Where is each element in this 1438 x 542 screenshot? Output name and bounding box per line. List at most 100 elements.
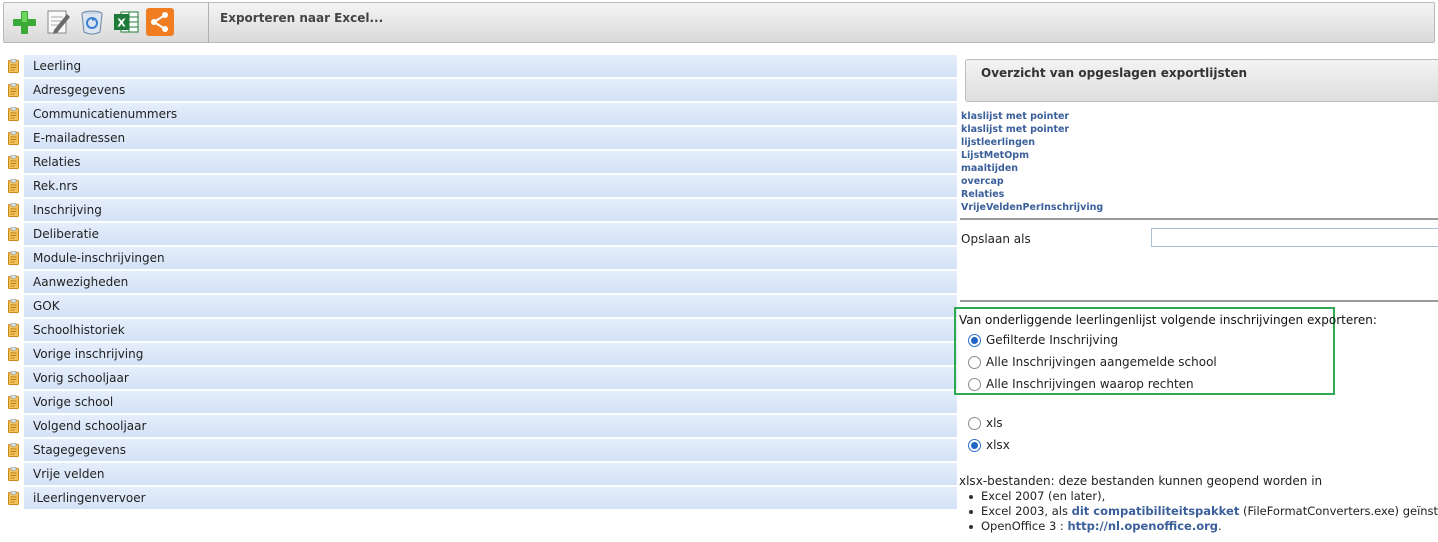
category-label: GOK <box>33 299 60 313</box>
radio-label: Alle Inschrijvingen waarop rechten <box>986 377 1194 391</box>
row-background <box>24 55 957 77</box>
toolbar: X Exporteren naar Excel... <box>3 2 1435 43</box>
list-item[interactable]: Volgend schooljaar <box>4 414 957 438</box>
add-icon <box>13 11 36 34</box>
page-title: Exporteren naar Excel... <box>220 11 384 25</box>
radio-button[interactable] <box>968 355 981 369</box>
enrollment-option-1[interactable]: Alle Inschrijvingen aangemelde school <box>968 355 1217 369</box>
saved-lists-header: Overzicht van opgeslagen exportlijsten <box>965 59 1438 102</box>
row-background <box>24 391 957 413</box>
radio-button[interactable] <box>968 438 981 452</box>
row-background <box>24 319 957 341</box>
document-icon <box>4 78 22 102</box>
radio-button[interactable] <box>968 333 981 347</box>
document-icon <box>4 270 22 294</box>
row-background <box>24 343 957 365</box>
category-label: Relaties <box>33 155 81 169</box>
saved-list-link[interactable]: overcap <box>961 175 1103 188</box>
edit-button[interactable] <box>44 8 72 36</box>
xlsx-info-text: xlsx-bestanden: deze bestanden kunnen ge… <box>959 474 1323 488</box>
list-item[interactable]: Stagegegevens <box>4 438 957 462</box>
saved-list-link[interactable]: lijstleerlingen <box>961 136 1103 149</box>
list-item[interactable]: Communicatienummers <box>4 102 957 126</box>
document-icon <box>4 390 22 414</box>
list-item: OpenOffice 3 : http://nl.openoffice.org. <box>969 519 1438 534</box>
compatibility-list: Excel 2007 (en later), Excel 2003, als d… <box>969 489 1438 534</box>
list-item[interactable]: Rek.nrs <box>4 174 957 198</box>
radio-label: Alle Inschrijvingen aangemelde school <box>986 355 1217 369</box>
list-item[interactable]: GOK <box>4 294 957 318</box>
saved-list-link[interactable]: klaslijst met pointer <box>961 110 1103 123</box>
enrollment-option-2[interactable]: Alle Inschrijvingen waarop rechten <box>968 377 1194 391</box>
saved-list-link[interactable]: VrijeVeldenPerInschrijving <box>961 201 1103 214</box>
divider <box>960 218 1438 220</box>
list-item[interactable]: Relaties <box>4 150 957 174</box>
document-icon <box>4 342 22 366</box>
radio-button[interactable] <box>968 377 981 391</box>
category-label: Module-inschrijvingen <box>33 251 165 265</box>
list-item[interactable]: iLeerlingenvervoer <box>4 486 957 510</box>
enrollment-options-title: Van onderliggende leerlingenlijst volgen… <box>959 313 1377 327</box>
document-icon <box>4 462 22 486</box>
document-icon <box>4 198 22 222</box>
format-option-0[interactable]: xls <box>968 416 1003 430</box>
saved-list-link[interactable]: maaltijden <box>961 162 1103 175</box>
row-background <box>24 367 957 389</box>
list-item[interactable]: Inschrijving <box>4 198 957 222</box>
category-label: Adresgegevens <box>33 83 126 97</box>
category-list: Leerling Adresgegevens Communicatienummers… <box>4 54 957 510</box>
compatibility-pack-link[interactable]: dit compatibiliteitspakket <box>1072 504 1240 518</box>
list-item[interactable]: Aanwezigheden <box>4 270 957 294</box>
document-icon <box>4 486 22 510</box>
list-item: Excel 2003, als dit compatibiliteitspakk… <box>969 504 1438 519</box>
document-icon <box>4 246 22 270</box>
category-label: Vorig schooljaar <box>33 371 129 385</box>
document-icon <box>4 414 22 438</box>
category-label: Schoolhistoriek <box>33 323 125 337</box>
list-item: Excel 2007 (en later), <box>969 489 1438 504</box>
add-button[interactable] <box>10 8 38 36</box>
row-background <box>24 439 957 461</box>
list-item[interactable]: Schoolhistoriek <box>4 318 957 342</box>
openoffice-link[interactable]: http://nl.openoffice.org <box>1067 519 1218 533</box>
category-label: E-mailadressen <box>33 131 126 145</box>
recycle-bin-icon <box>81 10 103 35</box>
document-icon <box>4 102 22 126</box>
divider <box>960 300 1438 302</box>
row-background <box>24 79 957 101</box>
save-as-input[interactable] <box>1151 228 1438 247</box>
category-label: Vorige inschrijving <box>33 347 144 361</box>
list-item[interactable]: E-mailadressen <box>4 126 957 150</box>
list-item[interactable]: Vorig schooljaar <box>4 366 957 390</box>
category-label: Deliberatie <box>33 227 99 241</box>
export-excel-button[interactable]: X <box>112 8 140 36</box>
radio-button[interactable] <box>968 416 981 430</box>
list-item[interactable]: Adresgegevens <box>4 78 957 102</box>
list-item[interactable]: Vorige inschrijving <box>4 342 957 366</box>
list-item[interactable]: Deliberatie <box>4 222 957 246</box>
list-item[interactable]: Vorige school <box>4 390 957 414</box>
category-label: Volgend schooljaar <box>33 419 147 433</box>
saved-list-link[interactable]: klaslijst met pointer <box>961 123 1103 136</box>
category-label: Vorige school <box>33 395 114 409</box>
save-as-label: Opslaan als <box>961 232 1031 246</box>
edit-icon <box>47 10 70 34</box>
document-icon <box>4 126 22 150</box>
enrollment-option-0[interactable]: Gefilterde Inschrijving <box>968 333 1118 347</box>
list-item[interactable]: Module-inschrijvingen <box>4 246 957 270</box>
row-background <box>24 271 957 293</box>
list-item[interactable]: Vrije velden <box>4 462 957 486</box>
row-background <box>24 223 957 245</box>
radio-label: xlsx <box>986 438 1010 452</box>
saved-list-link[interactable]: LijstMetOpm <box>961 149 1103 162</box>
saved-list-link[interactable]: Relaties <box>961 188 1103 201</box>
delete-button[interactable] <box>78 8 106 36</box>
document-icon <box>4 174 22 198</box>
document-icon <box>4 222 22 246</box>
share-icon <box>146 8 174 36</box>
document-icon <box>4 366 22 390</box>
format-option-1[interactable]: xlsx <box>968 438 1010 452</box>
document-icon <box>4 294 22 318</box>
list-item[interactable]: Leerling <box>4 54 957 78</box>
share-button[interactable] <box>146 8 174 36</box>
